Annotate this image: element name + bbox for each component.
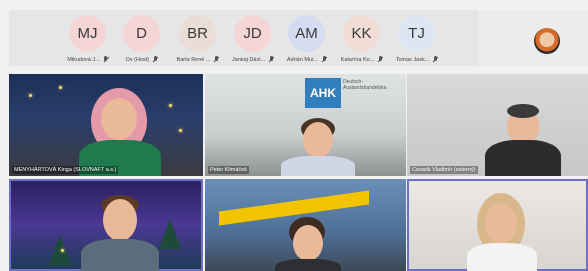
ahk-sign-text: Deutsch- Auslandshandelska — [343, 79, 387, 91]
avatar: D — [123, 15, 160, 52]
tile-label: Cesarik Vladimír (externý) — [410, 166, 478, 174]
decoration-light — [179, 129, 182, 132]
participant-name: Barta René ... — [176, 56, 211, 63]
participant-face — [485, 203, 517, 243]
participant-name: Ds (Host) — [125, 56, 150, 63]
video-tile-6[interactable] — [407, 179, 588, 271]
tile-label: MENYHÁRTOVÁ Kinga (SLOVNAFT a.s.) — [12, 166, 119, 174]
christmas-tree — [159, 219, 181, 249]
mic-off-icon — [152, 56, 158, 63]
avatar: KK — [343, 15, 380, 52]
participant-name: Tomas Jask... — [395, 56, 430, 63]
participant-name: Katarína Ko... — [340, 56, 375, 63]
decoration-light — [59, 86, 62, 89]
mic-off-icon — [103, 56, 109, 63]
participant-body — [81, 239, 159, 271]
mic-off-icon — [377, 56, 383, 63]
participant-body — [485, 140, 561, 176]
avatar: BR — [179, 15, 216, 52]
participant-face — [293, 225, 323, 261]
self-view[interactable] — [478, 10, 588, 66]
participant-name: Jankaj Dávi... — [231, 56, 265, 63]
ahk-logo: AHK — [305, 78, 341, 108]
participant-face — [103, 199, 137, 241]
mic-off-icon — [432, 56, 438, 63]
video-tile-4[interactable] — [9, 179, 203, 271]
video-tile-5[interactable] — [205, 179, 406, 271]
decoration-light — [61, 249, 64, 252]
decoration-light — [169, 104, 172, 107]
participant-face — [303, 122, 333, 158]
mic-off-icon — [213, 56, 219, 63]
avatar: JD — [234, 15, 271, 52]
avatar: TJ — [398, 15, 435, 52]
avatar: MJ — [69, 15, 106, 52]
avatar: AM — [288, 15, 325, 52]
mic-off-icon — [321, 56, 327, 63]
meeting-window: MJ Mikudová J... D Ds (Host) BR Barta Re… — [0, 0, 588, 271]
video-tile-cesarik[interactable]: Cesarik Vladimír (externý) — [407, 74, 588, 176]
decoration-light — [29, 94, 32, 97]
christmas-tree — [49, 235, 71, 265]
participant-name: Mikudová J... — [67, 56, 100, 63]
video-tile-menyhartova[interactable]: MENYHÁRTOVÁ Kinga (SLOVNAFT a.s.) — [9, 74, 203, 176]
headset-icon — [507, 104, 539, 118]
participant-strip: MJ Mikudová J... D Ds (Host) BR Barta Re… — [9, 10, 478, 66]
participant-body — [275, 259, 341, 271]
self-avatar — [534, 28, 560, 54]
participant-face — [101, 98, 137, 140]
participant-body — [467, 243, 537, 271]
tile-label: Peter Klimáček — [208, 166, 249, 174]
participant-name: Adrián Mur... — [286, 56, 319, 63]
participant-body — [281, 156, 355, 176]
participant-tj[interactable]: TJ Tomas Jask... — [384, 15, 450, 65]
video-tile-klimacek[interactable]: AHK Deutsch- Auslandshandelska Peter Kli… — [205, 74, 406, 176]
